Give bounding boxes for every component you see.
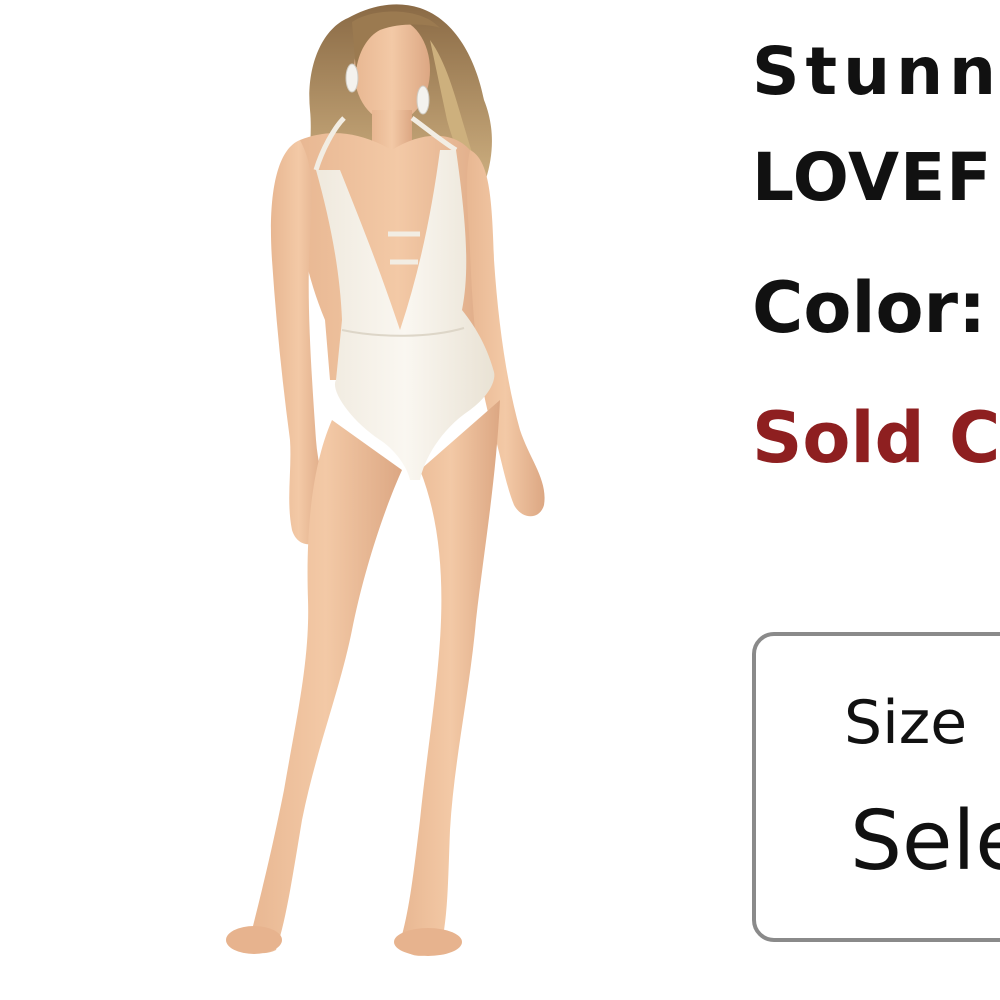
size-label: Size	[844, 688, 968, 758]
product-info-panel: Stunn LOVEF Color: Sold C Size Sele	[752, 0, 1000, 1000]
product-title-line-2: LOVEF	[752, 139, 993, 216]
sold-out-status: Sold C	[752, 397, 1000, 479]
right-leg	[401, 400, 500, 956]
size-selector[interactable]: Size Sele	[752, 632, 1000, 942]
size-selected-value: Sele	[850, 794, 1000, 889]
model-illustration	[226, 4, 545, 956]
left-leg	[249, 420, 402, 954]
color-label: Color:	[752, 267, 987, 349]
product-title-line-1: Stunn	[752, 33, 1000, 110]
product-photo[interactable]	[0, 0, 740, 1000]
product-page: Stunn LOVEF Color: Sold C Size Sele	[0, 0, 1000, 1000]
